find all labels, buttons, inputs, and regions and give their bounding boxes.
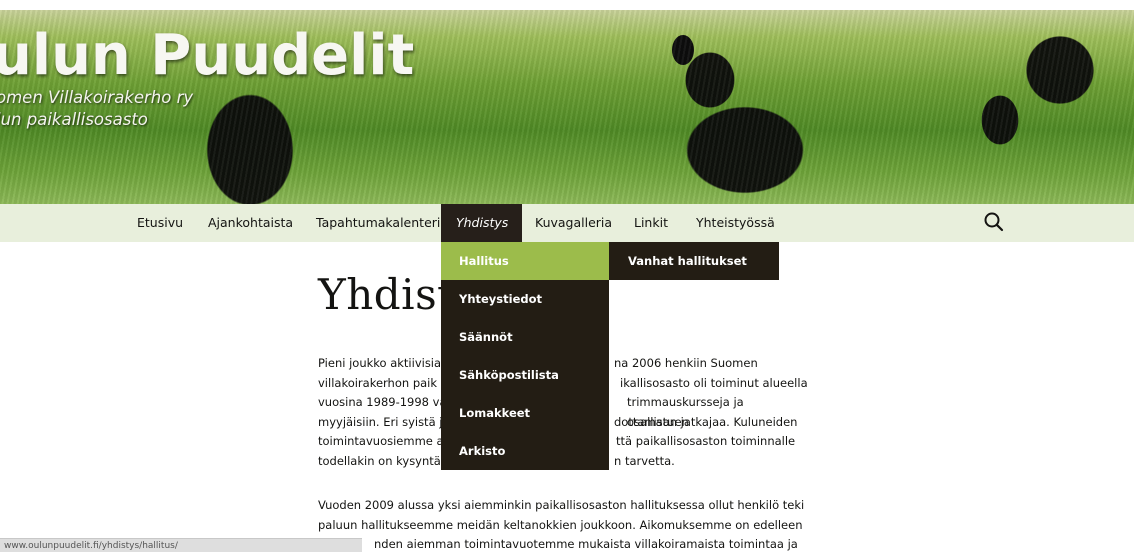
site-description-line2: lun paikallisosasto	[0, 110, 148, 129]
nav-item-tapahtumakalenteri[interactable]: Tapahtumakalenteri	[316, 204, 440, 242]
text-fragment: Vuoden 2009 alussa yksi aiemminkin paika…	[318, 498, 805, 512]
yhdistys-dropdown-menu: Hallitus Yhteystiedot Säännöt Sähköposti…	[441, 242, 609, 470]
text-fragment: dottamaan jatkajaa. Kuluneiden	[614, 414, 798, 429]
page-title: Yhdist	[318, 270, 455, 319]
text-fragment: ttä paikallisosaston toiminnalle	[616, 434, 796, 448]
paragraph-line: Vuoden 2009 alussa yksi aiemminkin paika…	[318, 496, 808, 516]
nav-item-yhdistys[interactable]: Yhdistys	[441, 204, 523, 242]
dropdown-item-yhteystiedot[interactable]: Yhteystiedot	[441, 280, 609, 318]
nav-item-ajankohtaista[interactable]: Ajankohtaista	[208, 204, 293, 242]
submenu-item-vanhat-hallitukset[interactable]: Vanhat hallitukset	[609, 242, 779, 280]
site-description-line1: omen Villakoirakerho ry	[0, 88, 194, 107]
text-fragment: na 2006 henkiin Suomen	[614, 356, 758, 370]
nav-item-linkit[interactable]: Linkit	[634, 204, 668, 242]
text-fragment: ikallisosasto oli toiminut alueella	[620, 375, 808, 390]
text-fragment: villakoirakerhon paik	[318, 375, 438, 390]
dog-ear-decoration	[672, 35, 694, 65]
dropdown-item-sahkopostilista[interactable]: Sähköpostilista	[441, 356, 609, 394]
dropdown-item-lomakkeet[interactable]: Lomakkeet	[441, 394, 609, 432]
text-fragment: vuosina 1989-1998 va	[318, 395, 447, 409]
site-title[interactable]: ulun Puudelit	[0, 28, 414, 84]
text-fragment: paluun hallitukseemme meidän keltanokkie…	[318, 517, 803, 532]
content-paragraph-2: Vuoden 2009 alussa yksi aiemminkin paika…	[318, 496, 808, 555]
search-icon[interactable]	[980, 206, 1008, 238]
text-fragment: Pieni joukko aktiivisia	[318, 356, 442, 370]
dropdown-item-hallitus[interactable]: Hallitus	[441, 242, 609, 280]
text-fragment: todellakin on kysyntä	[318, 453, 441, 468]
dropdown-item-arkisto[interactable]: Arkisto	[441, 432, 609, 470]
text-fragment: myyjäisiin. Eri syistä j	[318, 414, 443, 429]
browser-status-url: www.oulunpuudelit.fi/yhdistys/hallitus/	[0, 538, 362, 552]
main-navigation: Etusivu Ajankohtaista Tapahtumakalenteri…	[0, 204, 1134, 242]
paragraph-line: paluun hallitukseemme meidän keltanokkie…	[318, 516, 808, 536]
text-fragment: n tarvetta.	[614, 453, 675, 468]
dropdown-item-saannot[interactable]: Säännöt	[441, 318, 609, 356]
nav-item-kuvagalleria[interactable]: Kuvagalleria	[535, 204, 612, 242]
nav-item-yhteistyossa[interactable]: Yhteistyössä	[696, 204, 775, 242]
nav-item-etusivu[interactable]: Etusivu	[137, 204, 183, 242]
text-fragment: toimintavuosiemme a	[318, 434, 444, 448]
